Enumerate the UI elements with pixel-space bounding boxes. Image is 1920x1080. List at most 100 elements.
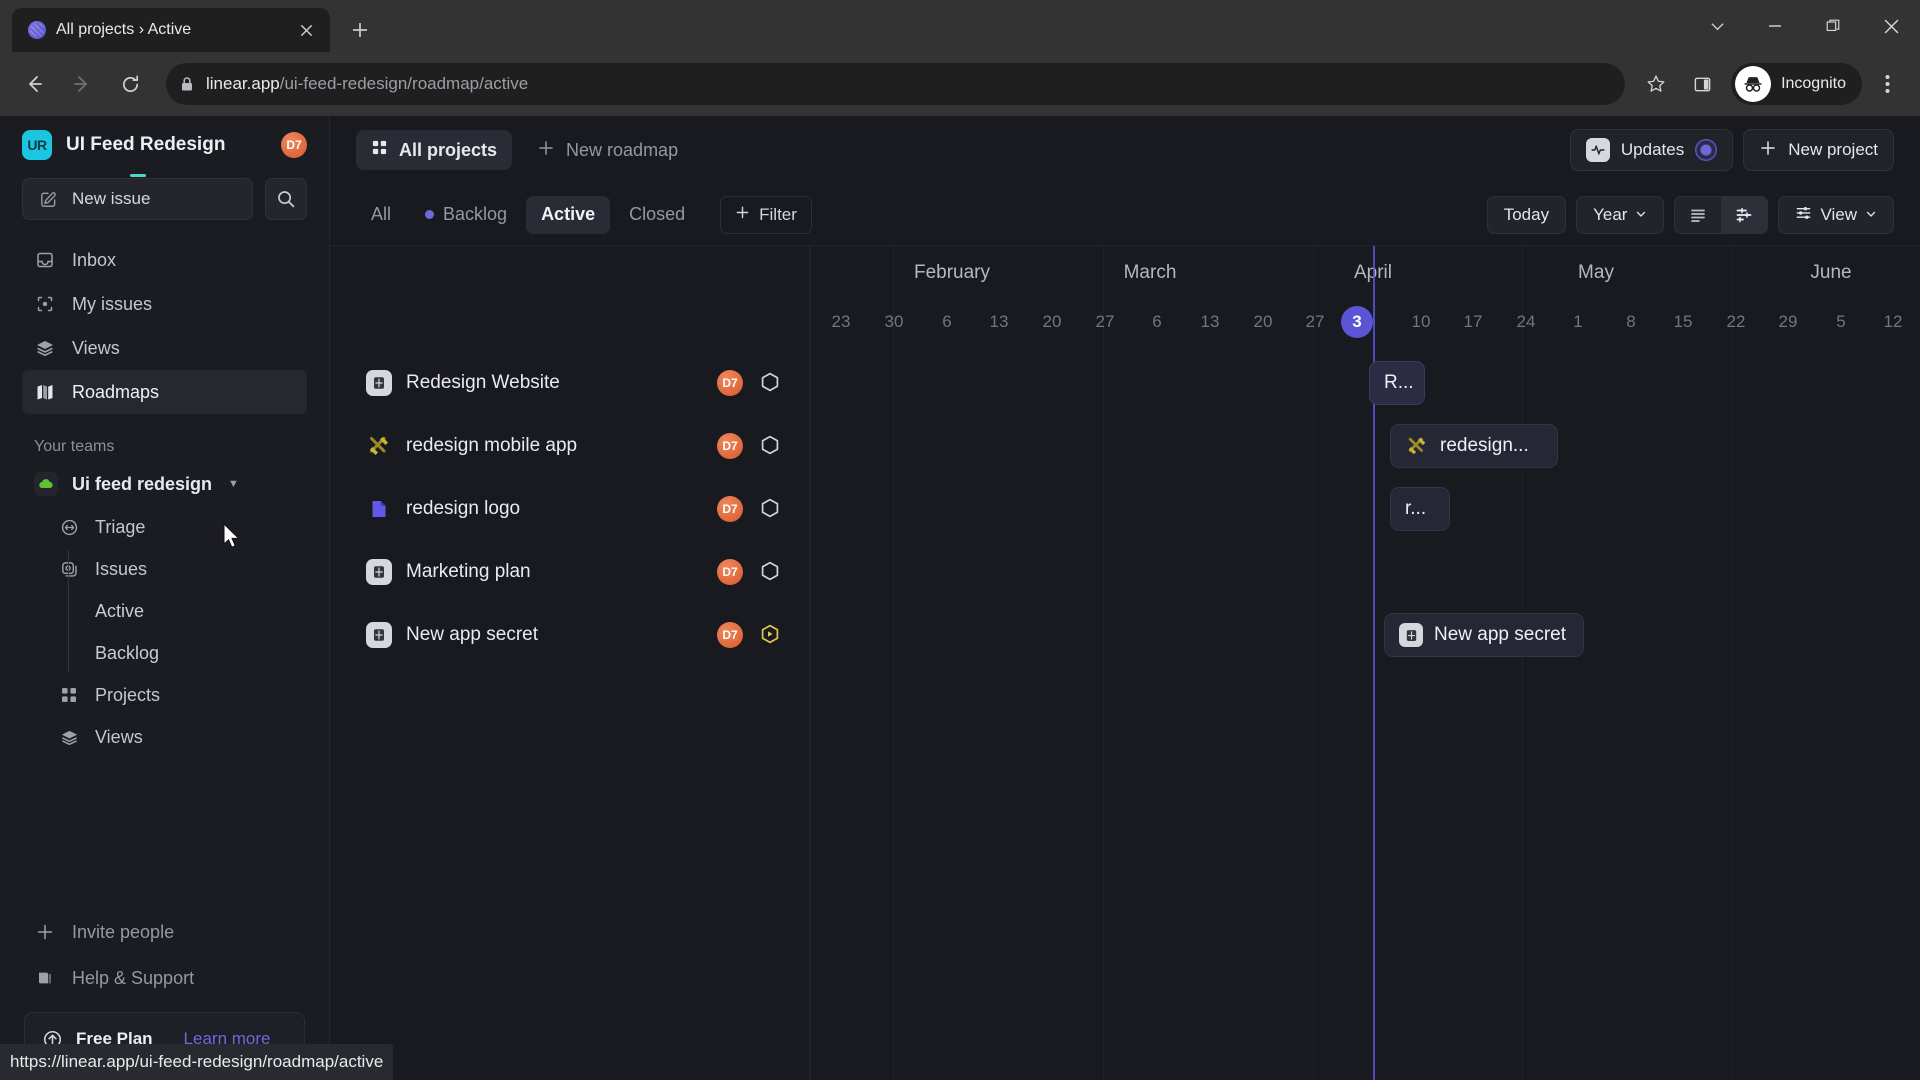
address-bar[interactable]: linear.app/ui-feed-redesign/roadmap/acti… <box>166 63 1626 105</box>
day-row: 23 30 6 13 20 27 6 13 20 27 3 10 17 24 1… <box>810 298 1920 351</box>
reload-button[interactable] <box>108 62 152 106</box>
back-button[interactable] <box>12 62 56 106</box>
day-label: 5 <box>1836 312 1846 331</box>
avatar[interactable]: D7 <box>717 495 743 522</box>
browser-menu-icon[interactable] <box>1866 63 1908 105</box>
timeline-header: February March April May June 23 30 6 13… <box>810 246 1920 351</box>
day-label: 6 <box>1152 312 1162 331</box>
filter-button[interactable]: Filter <box>720 195 812 234</box>
timeline-bar[interactable]: R... <box>1369 361 1425 405</box>
hex-outline-icon[interactable] <box>757 370 783 396</box>
plus-icon <box>34 921 56 943</box>
avatar[interactable]: D7 <box>717 369 743 396</box>
sidebar-team-row[interactable]: Ui feed redesign ▼ <box>0 462 329 506</box>
close-window-icon[interactable] <box>1862 0 1920 52</box>
browser-tab[interactable]: All projects › Active <box>12 8 330 52</box>
avatar[interactable]: D7 <box>717 621 743 648</box>
workspace-header[interactable]: UR UI Feed Redesign D7 <box>0 116 329 174</box>
timeline-layout-button[interactable] <box>1721 196 1768 233</box>
timeline-bar[interactable]: redesign... <box>1390 424 1558 468</box>
issues-group: Issues Active Backlog <box>0 548 329 674</box>
table-row[interactable]: redesign logo D7 <box>330 477 809 540</box>
timeline-bar[interactable]: r... <box>1390 487 1450 531</box>
timeline-pane[interactable]: February March April May June 23 30 6 13… <box>810 246 1920 1080</box>
list-layout-button[interactable] <box>1675 197 1721 233</box>
bookmark-star-icon[interactable] <box>1635 63 1677 105</box>
new-roadmap-button[interactable]: New roadmap <box>522 130 693 170</box>
table-row[interactable]: Redesign Website D7 <box>330 351 809 414</box>
sidebar-item-label: Inbox <box>72 249 117 270</box>
sidebar-item-issues[interactable]: Issues <box>0 548 329 590</box>
all-projects-label: All projects <box>399 139 498 160</box>
tab-all[interactable]: All <box>356 196 406 234</box>
bar-label: r... <box>1405 498 1427 519</box>
all-projects-tab[interactable]: All projects <box>356 130 513 170</box>
avatar[interactable]: D7 <box>717 432 743 459</box>
sidebar-item-my-issues[interactable]: My issues <box>22 282 307 326</box>
chevron-down-icon[interactable]: ▼ <box>228 478 239 490</box>
project-name: New app secret <box>406 623 539 645</box>
sidebar-item-team-views[interactable]: Views <box>0 716 329 758</box>
sidebar-item-active[interactable]: Active <box>0 590 329 632</box>
table-row[interactable]: redesign mobile app D7 <box>330 414 809 477</box>
updates-button[interactable]: Updates <box>1569 129 1734 171</box>
sidebar-item-projects[interactable]: Projects <box>0 674 329 716</box>
project-name: redesign mobile app <box>406 434 578 456</box>
new-issue-button[interactable]: New issue <box>22 178 253 220</box>
sidebar-item-roadmaps[interactable]: Roadmaps <box>22 370 307 414</box>
sidebar-item-triage[interactable]: Triage <box>0 506 329 548</box>
new-project-label: New project <box>1788 140 1878 159</box>
invite-people-button[interactable]: Invite people <box>22 910 307 954</box>
incognito-profile-button[interactable]: Incognito <box>1731 63 1862 105</box>
maximize-window-icon[interactable] <box>1804 0 1862 52</box>
updates-indicator-icon <box>1695 139 1718 161</box>
side-panel-icon[interactable] <box>1681 63 1723 105</box>
avatar[interactable]: D7 <box>717 558 743 585</box>
table-row[interactable]: Marketing plan D7 <box>330 540 809 603</box>
status-bar-url: https://linear.app/ui-feed-redesign/road… <box>0 1044 394 1080</box>
new-tab-button[interactable] <box>342 12 378 48</box>
hex-outline-icon[interactable] <box>757 559 783 585</box>
grid-square-icon <box>1399 623 1423 647</box>
chevron-down-icon <box>1635 205 1647 225</box>
browser-tabstrip: All projects › Active <box>0 0 1920 52</box>
sidebar-item-backlog[interactable]: Backlog <box>0 632 329 674</box>
day-label: 13 <box>1200 312 1220 331</box>
zoom-level-dropdown[interactable]: Year <box>1576 195 1665 234</box>
new-project-button[interactable]: New project <box>1743 129 1894 171</box>
close-tab-icon[interactable] <box>292 16 320 44</box>
table-row[interactable]: New app secret D7 <box>330 603 809 666</box>
today-button[interactable]: Today <box>1486 195 1567 234</box>
day-label: 10 <box>1411 312 1431 331</box>
minimize-window-icon[interactable] <box>1746 0 1804 52</box>
timeline-bars: R... redesign... r... New app secret <box>810 351 1920 1080</box>
month-label: June <box>1810 262 1852 283</box>
view-options-button[interactable]: View <box>1778 195 1894 234</box>
forward-button[interactable] <box>60 62 104 106</box>
timeline-controls: Today Year View <box>1486 195 1894 234</box>
month-label: May <box>1578 262 1614 283</box>
timeline-bar[interactable]: New app secret <box>1384 613 1584 657</box>
plus-icon <box>1759 139 1777 162</box>
tab-backlog[interactable]: Backlog <box>410 196 522 234</box>
search-button[interactable] <box>265 178 307 220</box>
sidebar-item-inbox[interactable]: Inbox <box>22 238 307 282</box>
filter-bar: All Backlog Active Closed Filter Today Y… <box>330 184 1920 246</box>
project-name: Marketing plan <box>406 560 531 582</box>
cloud-icon <box>34 472 58 496</box>
sidebar-item-views[interactable]: Views <box>22 326 307 370</box>
tab-closed[interactable]: Closed <box>614 196 700 234</box>
updates-label: Updates <box>1620 140 1685 159</box>
hex-progress-icon[interactable] <box>757 622 783 648</box>
hex-outline-icon[interactable] <box>757 496 783 522</box>
help-support-button[interactable]: Help & Support <box>22 956 307 1000</box>
tab-active[interactable]: Active <box>526 195 611 234</box>
chevron-down-icon <box>1865 205 1877 225</box>
my-issues-icon <box>34 293 56 315</box>
grid-square-icon <box>366 558 392 585</box>
avatar[interactable]: D7 <box>281 132 307 158</box>
hex-outline-icon[interactable] <box>757 433 783 459</box>
chevron-down-icon[interactable] <box>1688 0 1746 52</box>
sidebar-item-label: Roadmaps <box>72 381 160 402</box>
